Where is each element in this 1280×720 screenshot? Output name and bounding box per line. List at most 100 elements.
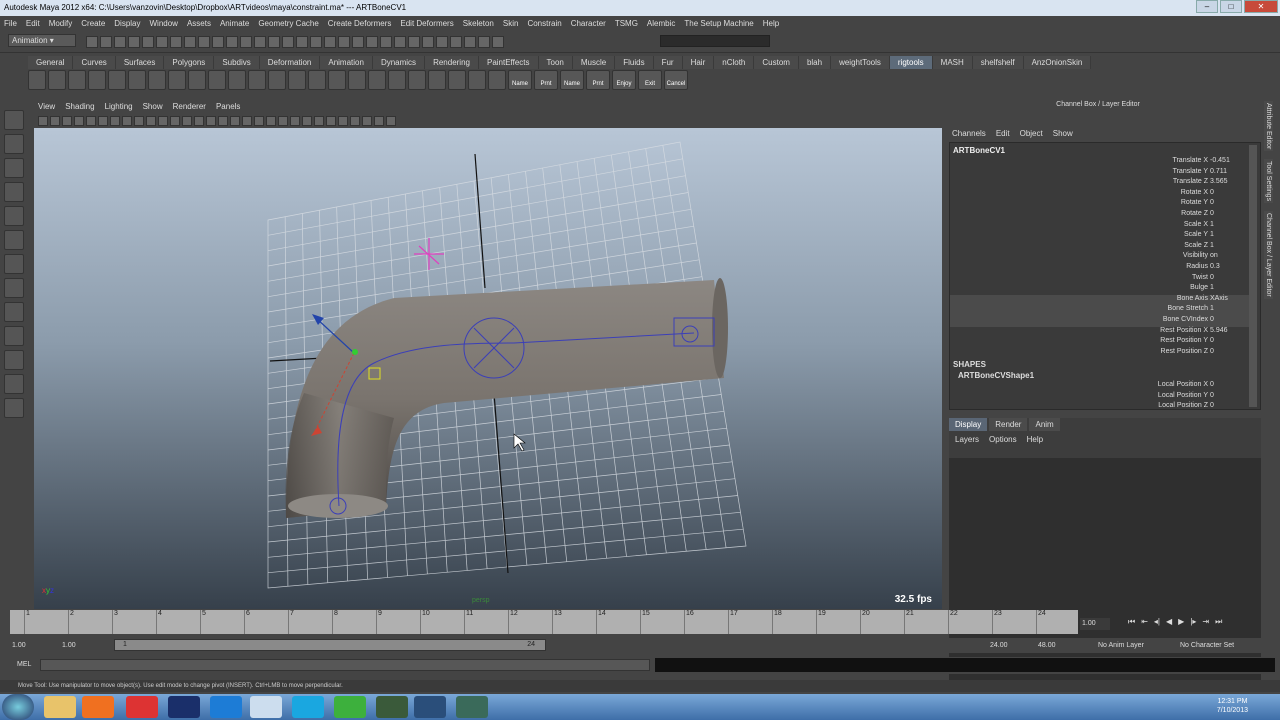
status-tool-icon[interactable]: [226, 36, 238, 48]
channel-row[interactable]: Rotate X0: [950, 189, 1250, 200]
shelf-tab-deformation[interactable]: Deformation: [259, 56, 321, 69]
shelf-tool-icon[interactable]: [348, 70, 366, 90]
channel-value[interactable]: 0: [1208, 392, 1214, 403]
shelf-tool-icon[interactable]: [228, 70, 246, 90]
channel-menu-object[interactable]: Object: [1020, 129, 1043, 138]
shelf-tab-subdivs[interactable]: Subdivs: [214, 56, 260, 69]
channel-value[interactable]: 0: [1208, 199, 1214, 210]
viewport-tool-icon[interactable]: [338, 116, 348, 126]
spotify-taskbar-icon[interactable]: [334, 696, 366, 718]
channel-value[interactable]: 0: [1208, 210, 1214, 221]
menu-the-setup-machine[interactable]: The Setup Machine: [684, 19, 753, 28]
play-backward-icon[interactable]: ◀: [1166, 617, 1172, 627]
shelf-tab-hair[interactable]: Hair: [682, 56, 715, 69]
viewport-tool-icon[interactable]: [122, 116, 132, 126]
shelf-tab-fur[interactable]: Fur: [653, 56, 683, 69]
shelf-tool-icon[interactable]: [468, 70, 486, 90]
layout-single-icon[interactable]: [4, 326, 24, 346]
status-tool-icon[interactable]: [268, 36, 280, 48]
viewport-persp[interactable]: 32.5 fps xyz persp: [34, 128, 942, 609]
shelf-button-prnt[interactable]: Prnt: [586, 70, 610, 90]
shelf-tool-icon[interactable]: [88, 70, 106, 90]
channel-value[interactable]: 0: [1208, 402, 1214, 413]
menu-modify[interactable]: Modify: [49, 19, 73, 28]
step-back-key-icon[interactable]: ⇤: [1141, 617, 1148, 627]
layout-two-icon[interactable]: [4, 374, 24, 394]
shelf-tool-icon[interactable]: [168, 70, 186, 90]
minimize-button[interactable]: –: [1196, 0, 1218, 13]
status-tool-icon[interactable]: [212, 36, 224, 48]
viewport-tool-icon[interactable]: [302, 116, 312, 126]
viewport-tool-icon[interactable]: [266, 116, 276, 126]
status-tool-icon[interactable]: [394, 36, 406, 48]
viewport-tool-icon[interactable]: [62, 116, 72, 126]
viewport-tool-icon[interactable]: [38, 116, 48, 126]
channel-value[interactable]: 0: [1208, 274, 1214, 285]
viewport-tool-icon[interactable]: [242, 116, 252, 126]
menu-set-dropdown[interactable]: Animation ▾: [8, 34, 76, 47]
shelf-button-name[interactable]: Name: [508, 70, 532, 90]
status-tool-icon[interactable]: [310, 36, 322, 48]
menu-edit[interactable]: Edit: [26, 19, 40, 28]
channel-value[interactable]: 3.565: [1208, 178, 1228, 189]
menu-file[interactable]: File: [4, 19, 17, 28]
shelf-tab-shelfshelf[interactable]: shelfshelf: [972, 56, 1024, 69]
channel-value[interactable]: 1: [1208, 305, 1214, 316]
menu-animate[interactable]: Animate: [220, 19, 249, 28]
shelf-tool-icon[interactable]: [208, 70, 226, 90]
viewport-tool-icon[interactable]: [314, 116, 324, 126]
layer-tab-anim[interactable]: Anim: [1029, 418, 1060, 431]
select-tool-icon[interactable]: [4, 110, 24, 130]
chrome-taskbar-icon[interactable]: [126, 696, 158, 718]
channel-box-scrollbar[interactable]: [1249, 145, 1257, 407]
shelf-tab-painteffects[interactable]: PaintEffects: [478, 56, 539, 69]
shelf-button-exit[interactable]: Exit: [638, 70, 662, 90]
status-tool-icon[interactable]: [128, 36, 140, 48]
shelf-tab-muscle[interactable]: Muscle: [572, 56, 616, 69]
layer-menu-layers[interactable]: Layers: [955, 435, 979, 444]
shelf-tool-icon[interactable]: [48, 70, 66, 90]
shelf-tool-icon[interactable]: [408, 70, 426, 90]
shelf-tab-custom[interactable]: Custom: [754, 56, 799, 69]
maximize-button[interactable]: □: [1220, 0, 1242, 13]
menu-edit-deformers[interactable]: Edit Deformers: [400, 19, 453, 28]
move-tool-icon[interactable]: [4, 182, 24, 202]
viewport-tool-icon[interactable]: [182, 116, 192, 126]
shelf-tab-blah[interactable]: blah: [798, 56, 832, 69]
range-start-field[interactable]: 1.00: [62, 640, 76, 651]
menu-help[interactable]: Help: [763, 19, 779, 28]
menu-create[interactable]: Create: [81, 19, 105, 28]
status-tool-icon[interactable]: [142, 36, 154, 48]
rotate-tool-icon[interactable]: [4, 206, 24, 226]
shelf-tab-dynamics[interactable]: Dynamics: [372, 56, 426, 69]
menu-skin[interactable]: Skin: [503, 19, 519, 28]
shelf-tool-icon[interactable]: [488, 70, 506, 90]
viewport-tool-icon[interactable]: [170, 116, 180, 126]
channel-row[interactable]: Scale Y1: [950, 231, 1250, 242]
step-forward-icon[interactable]: |▸: [1190, 617, 1196, 627]
viewport-tool-icon[interactable]: [98, 116, 108, 126]
viewport-tool-icon[interactable]: [386, 116, 396, 126]
move-manip-center[interactable]: [352, 349, 358, 355]
viewport-menu-lighting[interactable]: Lighting: [105, 102, 133, 114]
step-forward-key-icon[interactable]: ⇥: [1202, 617, 1209, 627]
status-tool-icon[interactable]: [198, 36, 210, 48]
channel-value[interactable]: 5.946: [1208, 327, 1228, 338]
shelf-button-prnt[interactable]: Prnt: [534, 70, 558, 90]
status-tool-icon[interactable]: [464, 36, 476, 48]
viewport-tool-icon[interactable]: [110, 116, 120, 126]
close-button[interactable]: ✕: [1244, 0, 1278, 13]
status-tool-icon[interactable]: [324, 36, 336, 48]
layer-menu-help[interactable]: Help: [1027, 435, 1043, 444]
status-tool-icon[interactable]: [380, 36, 392, 48]
channel-value[interactable]: 0: [1208, 337, 1214, 348]
go-to-end-icon[interactable]: ⏭: [1215, 617, 1222, 627]
shelf-tool-icon[interactable]: [248, 70, 266, 90]
shelf-tab-fluids[interactable]: Fluids: [615, 56, 654, 69]
viewport-tool-icon[interactable]: [326, 116, 336, 126]
layout-four-icon[interactable]: [4, 350, 24, 370]
shelf-button-name[interactable]: Name: [560, 70, 584, 90]
menu-tsmg[interactable]: TSMG: [615, 19, 638, 28]
shelf-tool-icon[interactable]: [268, 70, 286, 90]
shelf-tab-rigtools[interactable]: rigtools: [889, 56, 933, 69]
